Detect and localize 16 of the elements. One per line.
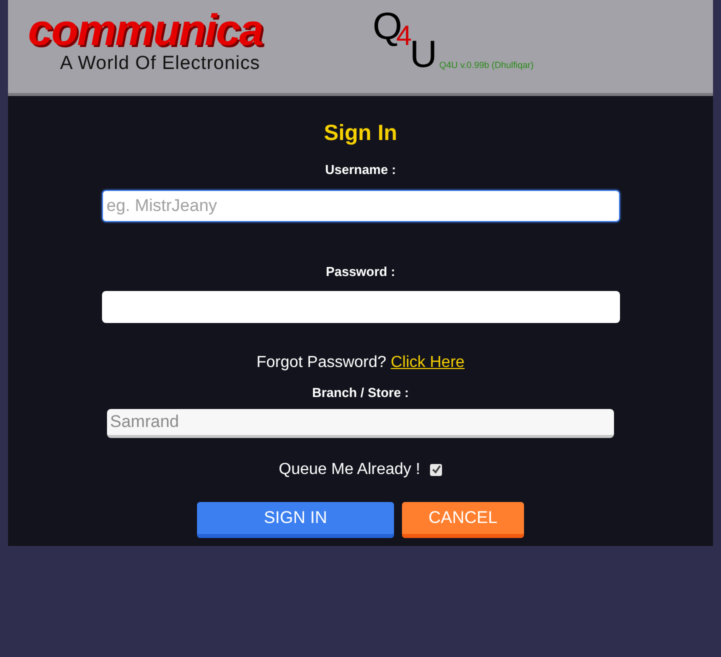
field-label: Branch / Store : (312, 384, 409, 402)
click-here-link[interactable]: Click Here (390, 354, 465, 371)
form-title: Sign In (324, 119, 398, 147)
sign-in-button[interactable]: SIGN IN (197, 502, 394, 538)
cancel-button[interactable]: CANCEL (402, 502, 524, 538)
forgot-password-text: Forgot Password? Click Here (256, 353, 465, 373)
brand-logo: communica (28, 8, 263, 54)
username-field[interactable]: eg. MistrJeany (102, 190, 620, 222)
check-icon (432, 465, 441, 474)
queue-label: Queue Me Already ! (278, 460, 420, 480)
queue-checkbox[interactable] (430, 464, 442, 476)
field-label: Username : (325, 161, 396, 179)
field-label: Password : (326, 262, 396, 280)
version-text: Q4U v.0.99b (Dhulfiqar) (439, 58, 534, 72)
password-field[interactable] (102, 291, 620, 323)
tagline: A World Of Electronics (60, 54, 262, 74)
